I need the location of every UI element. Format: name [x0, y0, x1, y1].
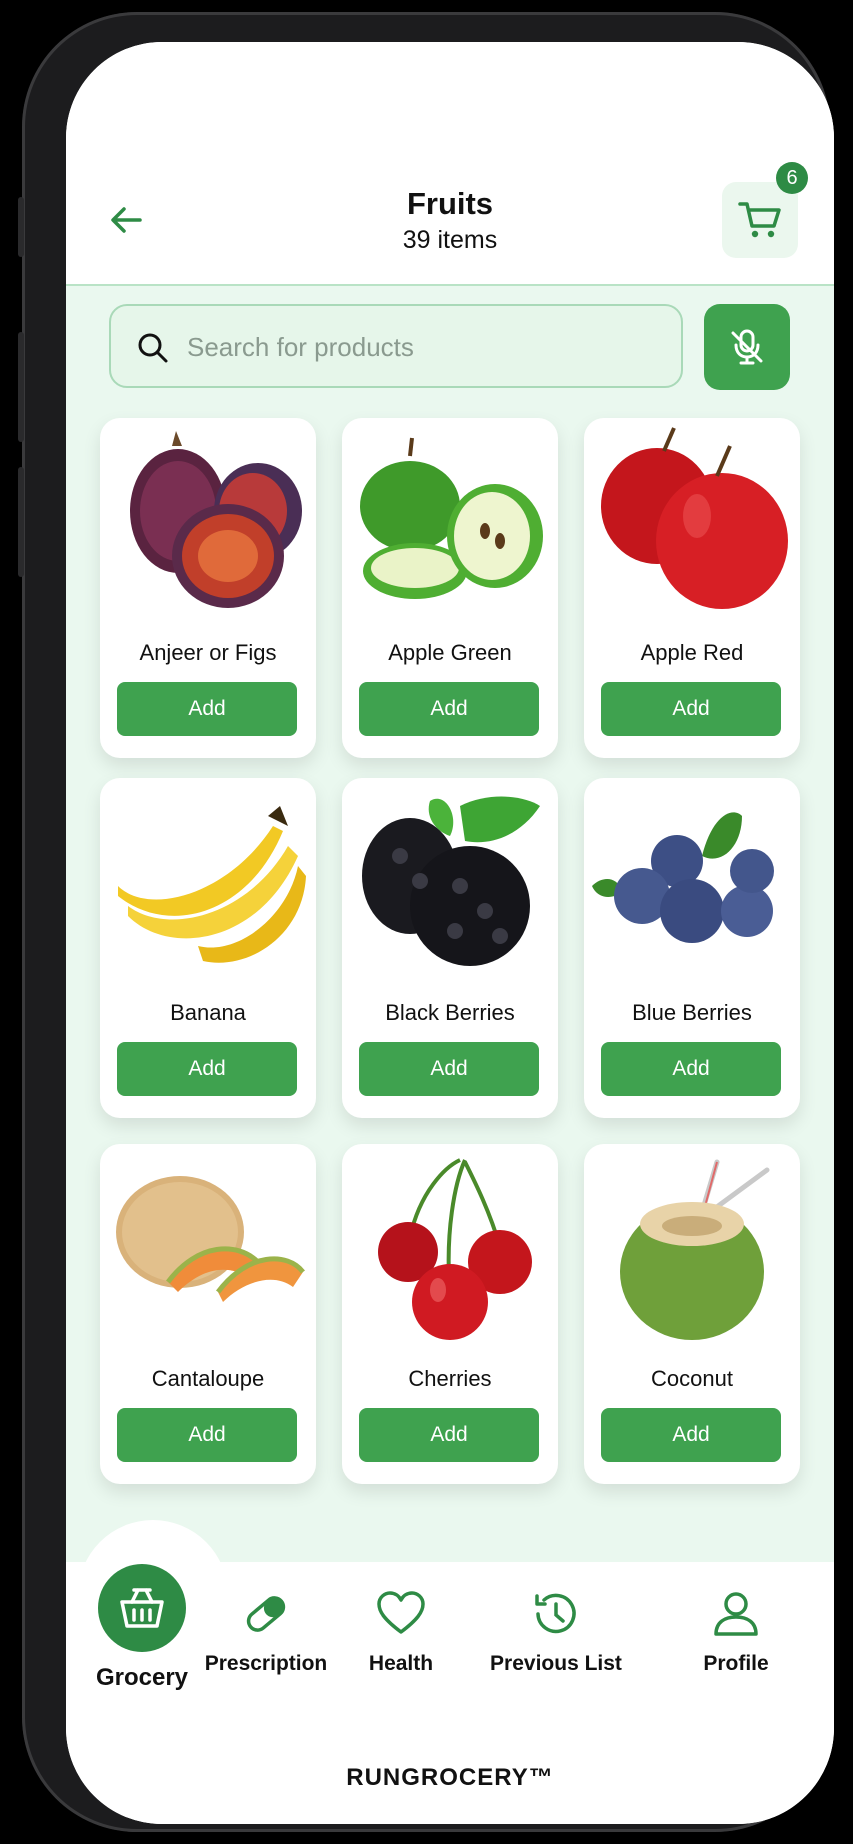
product-card[interactable]: Coconut Add — [584, 1144, 800, 1484]
nav-item-grocery[interactable]: Grocery — [76, 1664, 208, 1692]
nav-label: Previous List — [490, 1652, 622, 1675]
add-button[interactable]: Add — [359, 682, 539, 736]
blackberries-image — [362, 796, 540, 966]
product-card[interactable]: Blue Berries Add — [584, 778, 800, 1118]
nav-grocery-button[interactable] — [98, 1564, 186, 1652]
add-button[interactable]: Add — [117, 682, 297, 736]
cantaloupe-image — [116, 1176, 305, 1302]
product-name: Black Berries — [385, 1000, 515, 1025]
nav-label: Grocery — [95, 1664, 189, 1691]
figs-image — [130, 431, 302, 608]
cart-icon — [738, 202, 781, 238]
nav-label: Prescription — [204, 1652, 328, 1675]
add-button[interactable]: Add — [601, 1408, 781, 1462]
mute-switch — [18, 197, 24, 257]
product-card[interactable]: Black Berries Add — [342, 778, 558, 1118]
add-button[interactable]: Add — [359, 1408, 539, 1462]
nav-label: Health — [368, 1652, 434, 1675]
nav-item-previous-list[interactable]: Previous List — [466, 1588, 646, 1676]
product-card[interactable]: Banana Add — [100, 778, 316, 1118]
product-card[interactable]: Cantaloupe Add — [100, 1144, 316, 1484]
blueberries-image — [592, 812, 774, 943]
cart-count-badge: 6 — [776, 162, 808, 194]
banana-image — [118, 806, 306, 963]
product-card[interactable]: Anjeer or Figs Add — [100, 418, 316, 758]
cherries-image — [378, 1158, 532, 1340]
coconut-image — [620, 1159, 770, 1340]
add-button[interactable]: Add — [359, 1042, 539, 1096]
search-placeholder[interactable]: Search for products — [187, 332, 414, 363]
mic-off-icon — [731, 329, 763, 365]
search-bar[interactable]: Search for products — [109, 304, 683, 388]
add-button[interactable]: Add — [117, 1408, 297, 1462]
product-name: Coconut — [651, 1366, 733, 1391]
basket-icon — [120, 1588, 164, 1628]
app-screen: Fruits 39 items 6 Search for products An… — [66, 42, 834, 1824]
product-card[interactable]: Cherries Add — [342, 1144, 558, 1484]
product-name: Cantaloupe — [151, 1366, 265, 1391]
page-title: Fruits — [406, 186, 494, 221]
phone-frame: Fruits 39 items 6 Search for products An… — [18, 12, 834, 1832]
item-count: 39 items — [402, 226, 498, 254]
volume-up-button — [18, 332, 24, 442]
volume-down-button — [18, 467, 24, 577]
product-card[interactable]: Apple Green Add — [342, 418, 558, 758]
heart-icon — [377, 1591, 425, 1634]
green-apple-image — [360, 437, 543, 599]
product-name: Banana — [170, 1000, 246, 1025]
app-header: Fruits 39 items 6 — [66, 42, 834, 286]
voice-search-button[interactable] — [704, 304, 790, 390]
product-name: Apple Green — [388, 640, 512, 665]
nav-item-profile[interactable]: Profile — [666, 1588, 806, 1676]
pill-icon — [246, 1596, 286, 1632]
brand-footer: RUNGROCERY™ — [346, 1764, 554, 1791]
product-area: Search for products Anjeer or Figs Add A… — [66, 286, 834, 1606]
add-button[interactable]: Add — [601, 1042, 781, 1096]
nav-item-health[interactable]: Health — [346, 1588, 456, 1676]
search-icon — [138, 333, 168, 363]
nav-item-prescription[interactable]: Prescription — [196, 1588, 336, 1676]
product-name: Blue Berries — [632, 1000, 752, 1025]
user-icon — [714, 1592, 758, 1636]
history-icon — [535, 1593, 576, 1634]
product-card[interactable]: Apple Red Add — [584, 418, 800, 758]
nav-label: Profile — [703, 1652, 769, 1675]
cart-button[interactable] — [722, 182, 798, 258]
product-name: Anjeer or Figs — [139, 640, 277, 665]
add-button[interactable]: Add — [601, 682, 781, 736]
product-name: Cherries — [408, 1366, 492, 1391]
product-name: Apple Red — [640, 640, 744, 665]
red-apple-image — [601, 427, 788, 609]
add-button[interactable]: Add — [117, 1042, 297, 1096]
